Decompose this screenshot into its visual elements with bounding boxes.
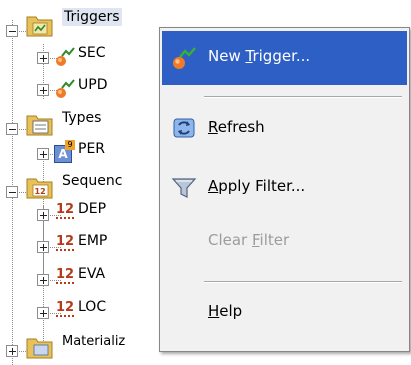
expand-toggle[interactable] — [37, 209, 49, 221]
type-icon-badge: 9 — [65, 140, 75, 150]
menu-separator — [204, 281, 402, 283]
trigger-icon — [56, 47, 75, 66]
tree-node-trigger[interactable]: SEC — [78, 44, 158, 62]
context-menu: New Trigger... Refresh Apply Filter... C… — [159, 27, 410, 352]
tree-node-trigger[interactable]: UPD — [78, 76, 158, 94]
expand-toggle[interactable] — [6, 345, 18, 357]
expand-toggle[interactable] — [37, 274, 49, 286]
types-folder-icon — [26, 115, 53, 136]
type-icon: A 9 — [54, 140, 76, 163]
materialized-views-folder-icon — [26, 338, 53, 359]
expand-toggle[interactable] — [37, 148, 49, 160]
sequences-folder-icon: 12 — [26, 178, 53, 199]
refresh-icon — [173, 118, 195, 138]
expand-toggle[interactable] — [37, 52, 49, 64]
tree-node-sequence[interactable]: LOC — [78, 298, 158, 316]
tree-node-type[interactable]: PER — [78, 140, 158, 158]
sequence-icon: 12 — [56, 202, 75, 219]
expand-toggle[interactable] — [37, 241, 49, 253]
new-trigger-icon — [173, 47, 196, 69]
svg-text:12: 12 — [35, 187, 46, 196]
expand-toggle[interactable] — [37, 84, 49, 96]
menu-item-help[interactable]: Help — [162, 286, 407, 340]
collapse-toggle[interactable] — [6, 186, 18, 198]
expand-toggle[interactable] — [37, 307, 49, 319]
tree-node-types[interactable]: Types — [62, 109, 101, 127]
sequence-icon: 12 — [56, 300, 75, 317]
menu-separator — [204, 96, 402, 98]
tree-node-sequence[interactable]: EVA — [78, 265, 158, 283]
triggers-folder-icon — [26, 16, 53, 37]
tree-node-sequence[interactable]: DEP — [78, 200, 158, 218]
tree-node-triggers[interactable]: Triggers — [62, 8, 122, 26]
trigger-icon — [56, 79, 75, 98]
menu-item-apply-filter[interactable]: Apply Filter... — [162, 161, 407, 215]
sequence-icon: 12 — [56, 267, 75, 284]
tree-node-sequences[interactable]: Sequenc — [62, 172, 122, 190]
collapse-toggle[interactable] — [6, 123, 18, 135]
menu-item-clear-filter[interactable]: Clear Filter — [162, 215, 407, 269]
filter-funnel-icon — [171, 178, 197, 198]
tree-node-materialized[interactable]: Materializ — [62, 333, 125, 351]
menu-item-refresh[interactable]: Refresh — [162, 102, 407, 156]
collapse-toggle[interactable] — [6, 25, 18, 37]
sequence-icon: 12 — [56, 234, 75, 251]
menu-item-new-trigger[interactable]: New Trigger... — [162, 31, 407, 85]
tree-node-sequence[interactable]: EMP — [78, 232, 158, 250]
